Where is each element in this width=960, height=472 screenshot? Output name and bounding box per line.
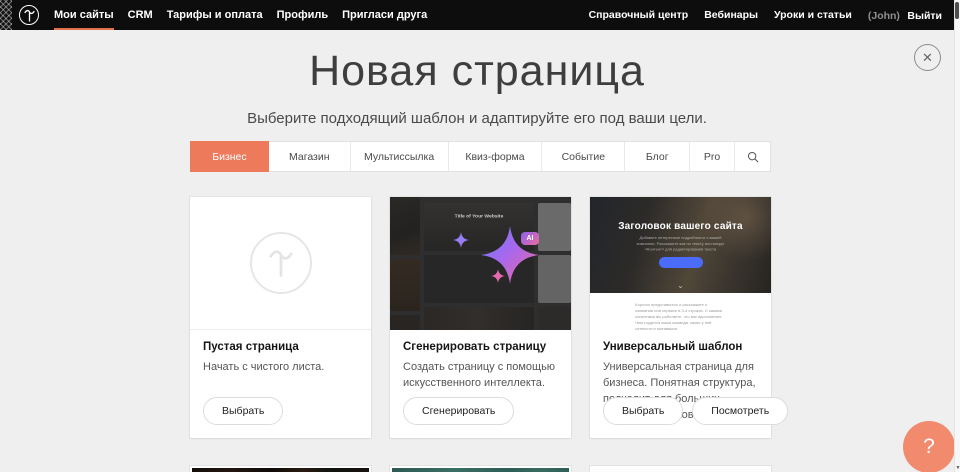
close-icon: ✕ <box>922 51 933 64</box>
template-card-blank[interactable]: Пустая страница Начать с чистого листа. … <box>190 197 371 438</box>
link-help-center[interactable]: Справочный центр <box>589 9 689 21</box>
card-description: Создать страницу с помощью искусственног… <box>403 360 558 392</box>
ai-sparkle-small-icon <box>453 232 469 248</box>
preview-hero-subtext: Добавьте интересные подробности о вашей … <box>635 235 726 252</box>
choose-blank-button[interactable]: Выбрать <box>203 397 283 425</box>
user-name: (John) <box>868 10 900 22</box>
chevron-down-icon: ⌄ <box>677 281 684 290</box>
ai-generate-preview: Title of Your Website AI <box>390 197 571 330</box>
scrollbar-thumb[interactable] <box>955 2 959 19</box>
edge-pattern-decor <box>0 0 12 30</box>
question-mark-icon: ? <box>923 435 935 459</box>
logout-link[interactable]: Выйти <box>907 10 942 22</box>
close-button[interactable]: ✕ <box>914 44 941 71</box>
tab-business[interactable]: Бизнес <box>190 141 269 172</box>
template-card-partial[interactable] <box>590 466 771 472</box>
tab-blog[interactable]: Блог <box>625 142 690 171</box>
page-scrollbar[interactable]: ▼ <box>954 0 960 472</box>
page-title: Новая страница <box>0 47 954 96</box>
card-title: Пустая страница <box>203 341 358 353</box>
help-button[interactable]: ? <box>903 421 955 472</box>
preview-body-text: Коротко представьтесь и расскажите о ком… <box>635 302 726 316</box>
main-menu: Мои сайты CRM Тарифы и оплата Профиль Пр… <box>54 0 427 30</box>
user-logout-group: (John) Выйти <box>868 6 942 24</box>
template-thumbnail <box>392 468 569 472</box>
top-navigation-bar: Мои сайты CRM Тарифы и оплата Профиль Пр… <box>0 0 954 30</box>
ai-sparkle-small-icon <box>491 269 505 283</box>
nav-profile[interactable]: Профиль <box>277 0 328 30</box>
search-icon <box>747 151 759 163</box>
template-thumbnail <box>192 468 369 472</box>
page-subtitle: Выберите подходящий шаблон и адаптируйте… <box>0 110 954 127</box>
preview-body-section: Коротко представьтесь и расскажите о ком… <box>590 293 771 330</box>
nav-invite-friend[interactable]: Пригласи друга <box>342 0 427 30</box>
secondary-menu: Справочный центр Вебинары Уроки и статьи… <box>589 6 942 24</box>
tab-multilink[interactable]: Мультиссылка <box>351 142 449 171</box>
tab-quiz-form[interactable]: Квиз-форма <box>449 142 543 171</box>
preview-universal-button[interactable]: Посмотреть <box>692 397 788 425</box>
tilda-placeholder-logo <box>250 232 312 294</box>
tab-pro[interactable]: Pro <box>690 142 735 171</box>
choose-universal-button[interactable]: Выбрать <box>603 397 683 425</box>
card-description: Начать с чистого листа. <box>203 360 358 376</box>
tilda-logo-icon <box>23 8 36 23</box>
template-card-partial[interactable] <box>190 466 371 472</box>
tab-event[interactable]: Событие <box>542 142 625 171</box>
template-card-partial[interactable] <box>390 466 571 472</box>
tilda-logo[interactable] <box>19 5 39 25</box>
nav-crm[interactable]: CRM <box>128 0 153 30</box>
tilda-watermark-icon <box>266 246 296 280</box>
tab-shop[interactable]: Магазин <box>269 142 351 171</box>
card-title: Сгенерировать страницу <box>403 341 558 353</box>
preview-hero: Заголовок вашего сайта Добавьте интересн… <box>590 197 771 293</box>
template-card-ai-generate[interactable]: Title of Your Website AI Сгенериро <box>390 197 571 438</box>
template-category-tabs: Бизнес Магазин Мультиссылка Квиз-форма С… <box>190 141 771 172</box>
preview-site-title: Title of Your Website <box>445 213 513 219</box>
template-card-universal[interactable]: Заголовок вашего сайта Добавьте интересн… <box>590 197 771 438</box>
ai-badge: AI <box>521 232 539 245</box>
nav-tariffs[interactable]: Тарифы и оплата <box>167 0 263 30</box>
scrollbar-down-arrow[interactable]: ▼ <box>955 465 960 471</box>
template-thumbnail <box>592 468 769 472</box>
card-title: Универсальный шаблон <box>603 341 758 353</box>
generate-button[interactable]: Сгенерировать <box>403 397 514 425</box>
preview-hero-button <box>659 257 703 268</box>
preview-hero-title: Заголовок вашего сайта <box>590 221 771 232</box>
tab-search[interactable] <box>735 142 770 171</box>
blank-page-preview <box>190 197 371 330</box>
nav-my-sites[interactable]: Мои сайты <box>54 0 114 30</box>
universal-template-preview: Заголовок вашего сайта Добавьте интересн… <box>590 197 771 330</box>
link-lessons[interactable]: Уроки и статьи <box>774 9 852 21</box>
link-webinars[interactable]: Вебинары <box>704 9 758 21</box>
